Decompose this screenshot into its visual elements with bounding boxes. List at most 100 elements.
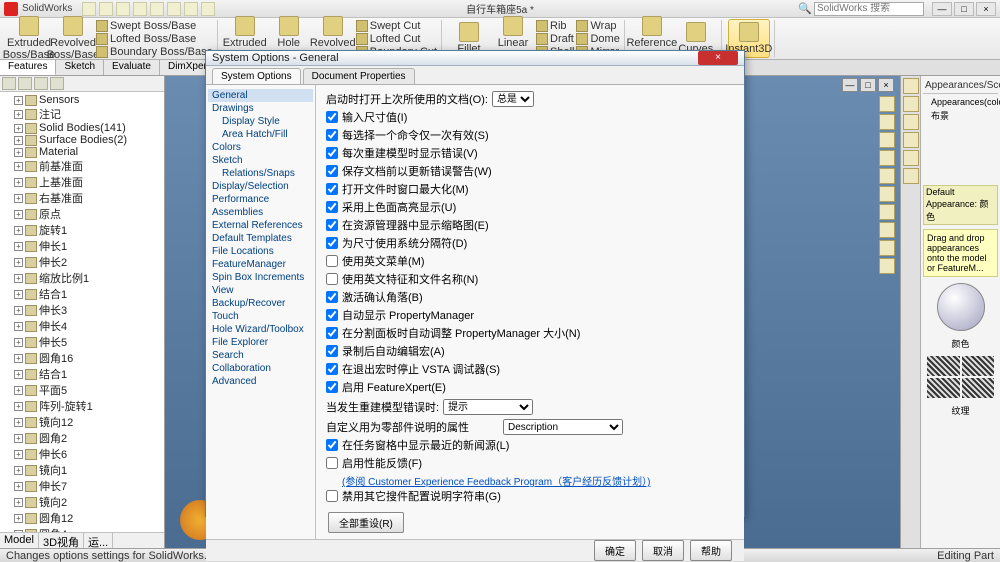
tree-item[interactable]: +缩放比例1 [2,270,162,286]
expand-icon[interactable]: + [14,354,23,363]
search-input[interactable] [814,2,924,16]
prev-view-icon[interactable] [879,132,895,148]
option-checkbox[interactable] [326,381,338,393]
view-tab-3dview[interactable]: 3D视角 [39,533,84,548]
option-checkbox[interactable] [326,345,338,357]
view-orient-icon[interactable] [879,168,895,184]
doc-close-button[interactable]: × [878,78,894,92]
expand-icon[interactable]: + [14,418,23,427]
tree-item[interactable]: +Surface Bodies(2) [2,134,162,146]
nav-item[interactable]: Display/Selection [208,180,313,193]
rib-button[interactable]: Rib [536,20,574,32]
option-checkbox[interactable] [326,165,338,177]
print-icon[interactable] [133,2,147,16]
tree-item[interactable]: +伸长5 [2,334,162,350]
wrap-button[interactable]: Wrap [576,20,619,32]
swept-cut-button[interactable]: Swept Cut [356,20,437,32]
nav-item[interactable]: External References [208,219,313,232]
undo-icon[interactable] [150,2,164,16]
zoom-fit-icon[interactable] [879,96,895,112]
option-checkbox[interactable] [326,183,338,195]
redo-icon[interactable] [167,2,181,16]
expand-icon[interactable]: + [14,498,23,507]
tree-item[interactable]: +Material [2,146,162,158]
dialog-close-button[interactable]: × [698,51,738,65]
expand-icon[interactable]: + [14,306,23,315]
tree-item[interactable]: +伸长3 [2,302,162,318]
dome-button[interactable]: Dome [576,33,619,45]
option-checkbox[interactable] [326,129,338,141]
tab-features[interactable]: Features [0,60,56,75]
doc-max-button[interactable]: □ [860,78,876,92]
expand-icon[interactable]: + [14,434,23,443]
cfg-tab-icon[interactable] [34,77,48,90]
nav-item[interactable]: Sketch [208,154,313,167]
tab-sketch[interactable]: Sketch [56,60,104,75]
expand-icon[interactable]: + [14,450,23,459]
doc-min-button[interactable]: — [842,78,858,92]
reset-all-button[interactable]: 全部重设(R) [328,512,404,533]
draft-button[interactable]: Draft [536,33,574,45]
tp-node-appearances[interactable]: Appearances(color) [925,96,996,108]
tp-custom-props-icon[interactable] [903,168,919,184]
help-button[interactable]: 帮助 [690,540,732,561]
nav-item[interactable]: Hole Wizard/Toolbox [208,323,313,336]
expand-icon[interactable]: + [14,226,23,235]
option-checkbox[interactable] [326,363,338,375]
option-checkbox[interactable] [326,309,338,321]
tree-item[interactable]: +圆角2 [2,430,162,446]
dialog-nav-tree[interactable]: GeneralDrawingsDisplay StyleArea Hatch/F… [206,85,316,539]
tree-item[interactable]: +旋转1 [2,222,162,238]
rebuild-error-select[interactable]: 提示 [443,399,533,415]
tp-texture-thumb[interactable] [962,378,995,398]
expand-icon[interactable]: + [14,136,23,145]
boundary-boss-button[interactable]: Boundary Boss/Base [96,46,213,58]
tree-item[interactable]: +Solid Bodies(141) [2,122,162,134]
expand-icon[interactable]: + [14,322,23,331]
option-checkbox[interactable] [326,439,338,451]
expand-icon[interactable]: + [14,148,23,157]
expand-icon[interactable]: + [14,210,23,219]
expand-icon[interactable]: + [14,482,23,491]
ok-button[interactable]: 确定 [594,540,636,561]
expand-icon[interactable]: + [14,242,23,251]
option-checkbox[interactable] [326,147,338,159]
tp-texture-thumb[interactable] [927,356,960,376]
nav-item[interactable]: Relations/Snaps [208,167,313,180]
option-checkbox[interactable] [326,457,338,469]
expand-icon[interactable]: + [14,402,23,411]
expand-icon[interactable]: + [14,110,23,119]
tp-color-swatch[interactable] [937,283,985,331]
tree-item[interactable]: +圆角12 [2,510,162,526]
feature-tree[interactable]: +Sensors+注记+Solid Bodies(141)+Surface Bo… [0,92,164,532]
view-settings-icon[interactable] [879,258,895,274]
tree-item[interactable]: +伸长4 [2,318,162,334]
hide-show-icon[interactable] [879,204,895,220]
tp-texture-thumb[interactable] [927,378,960,398]
nav-item[interactable]: Colors [208,141,313,154]
lofted-boss-button[interactable]: Lofted Boss/Base [96,33,213,45]
option-checkbox[interactable] [326,237,338,249]
new-icon[interactable] [82,2,96,16]
nav-item[interactable]: View [208,284,313,297]
option-checkbox[interactable] [326,219,338,231]
expand-icon[interactable]: + [14,466,23,475]
nav-item[interactable]: Default Templates [208,232,313,245]
option-checkbox[interactable] [326,327,338,339]
tab-evaluate[interactable]: Evaluate [104,60,160,75]
dialog-titlebar[interactable]: System Options - General × [206,51,744,66]
nav-item[interactable]: Touch [208,310,313,323]
tp-texture-thumb[interactable] [962,356,995,376]
nav-item[interactable]: Collaboration [208,362,313,375]
tree-item[interactable]: +前基准面 [2,158,162,174]
tree-item[interactable]: +圆角16 [2,350,162,366]
expand-icon[interactable]: + [14,178,23,187]
tree-item[interactable]: +Sensors [2,94,162,106]
tree-item[interactable]: +伸长2 [2,254,162,270]
section-view-icon[interactable] [879,150,895,166]
expand-icon[interactable]: + [14,290,23,299]
tree-item[interactable]: +结合1 [2,286,162,302]
tab-system-options[interactable]: System Options [212,68,301,84]
feedback-link[interactable]: (参阅 Customer Experience Feedback Program… [342,473,734,488]
revolved-boss-button[interactable]: Revolved Boss/Base [52,16,94,61]
